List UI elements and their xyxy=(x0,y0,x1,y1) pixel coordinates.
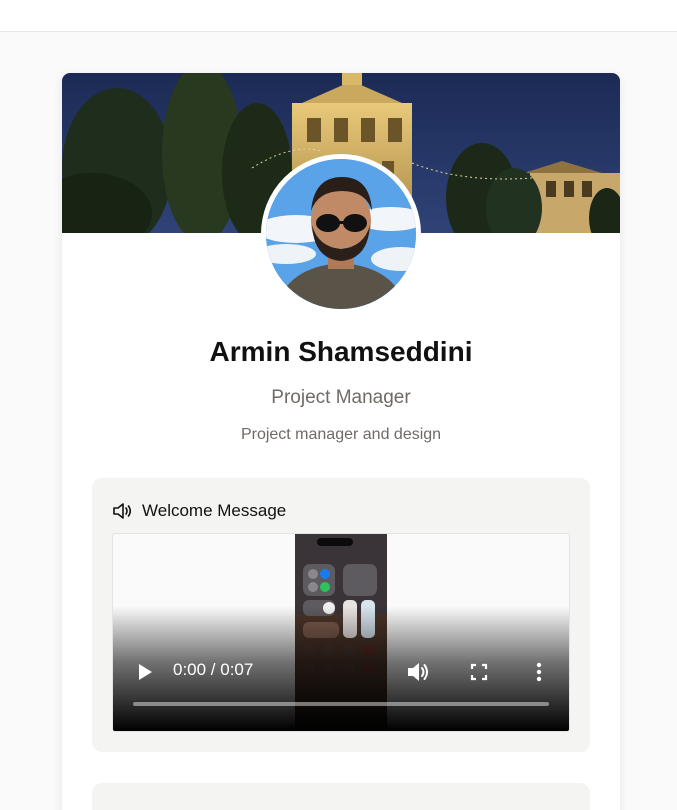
profile-role: Project Manager xyxy=(271,387,411,408)
more-icon[interactable] xyxy=(533,661,545,683)
welcome-title: Welcome Message xyxy=(142,501,287,520)
speaker-icon xyxy=(112,501,132,521)
fullscreen-icon[interactable] xyxy=(469,662,489,682)
play-icon[interactable] xyxy=(135,662,155,682)
video-time: 0:00 / 0:07 xyxy=(173,660,254,679)
profile-name: Armin Shamseddini xyxy=(209,336,473,367)
volume-icon[interactable] xyxy=(407,661,431,683)
video-player[interactable]: 0:00 / 0:07 xyxy=(112,533,570,732)
top-bar xyxy=(0,0,677,32)
next-panel xyxy=(92,783,590,810)
profile-description: Project manager and design xyxy=(240,426,442,443)
welcome-header: Welcome Message xyxy=(112,500,286,522)
welcome-message-panel: Welcome Message 0:00 / 0:07 xyxy=(92,478,590,752)
avatar xyxy=(261,154,421,314)
profile-card: Armin Shamseddini Project Manager Projec… xyxy=(62,73,620,810)
video-progress-bar[interactable] xyxy=(133,702,549,706)
video-controls: 0:00 / 0:07 xyxy=(113,656,569,688)
